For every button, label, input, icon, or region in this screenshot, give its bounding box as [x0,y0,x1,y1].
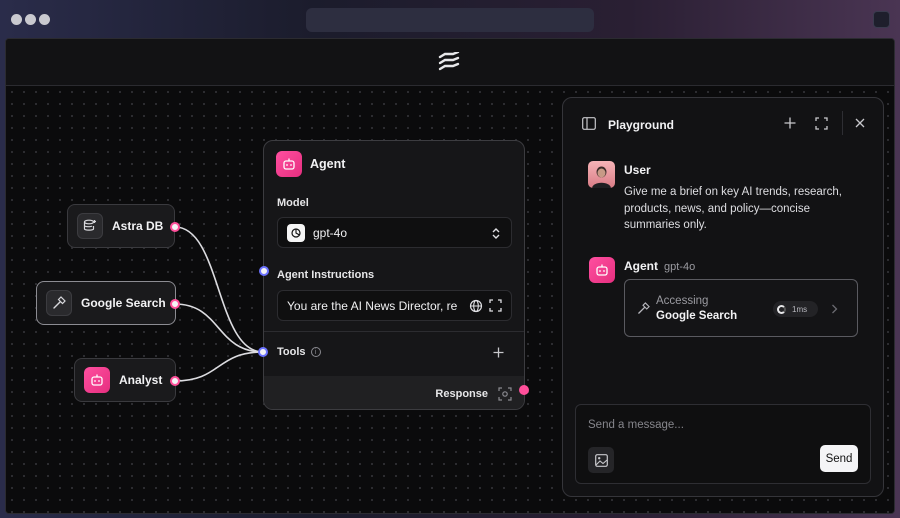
inspect-icon[interactable] [498,386,512,401]
chat-placeholder: Send a message... [588,419,684,431]
address-bar[interactable] [306,8,594,32]
sidebar-toggle-icon[interactable] [582,117,596,130]
playground-title: Playground [608,118,675,132]
window-dot[interactable] [39,14,50,25]
user-message: Give me a brief on key AI trends, resear… [624,186,842,231]
tool-label: Astra DB [112,219,164,233]
playground-panel: Playground User Give me a brief on key A… [562,97,884,497]
response-output-handle[interactable] [519,385,529,395]
app-window: Astra DB Google Search Analyst Agent Mod… [5,38,895,514]
instructions-value: You are the AI News Director, re [287,298,458,313]
chat-input[interactable]: Send a message... Send [575,404,871,484]
instructions-input[interactable]: You are the AI News Director, re [277,290,512,321]
timer-value: 1ms [792,304,808,314]
tool-call-name: Google Search [656,310,738,322]
separator [842,111,843,135]
image-icon [594,453,608,467]
chevron-updown-icon [492,228,500,239]
agent-node[interactable]: Agent Model gpt-4o Agent Instructions Yo… [263,140,525,410]
user-name: User [624,163,651,177]
tool-call-card[interactable]: Accessing Google Search 1ms [624,279,858,337]
model-select[interactable]: gpt-4o [277,217,512,248]
instructions-label: Agent Instructions [277,269,375,281]
user-avatar [588,161,615,188]
image-upload-button[interactable] [588,447,614,473]
agent-title: Agent [310,157,346,171]
tool-label: Google Search [81,296,166,310]
database-plus-icon [77,213,103,239]
agent-header: Agent [276,151,345,177]
edge-google-search [174,303,264,353]
tool-node-astra-db[interactable]: Astra DB [67,204,175,248]
output-handle[interactable] [170,222,180,232]
response-row: Response [264,376,524,409]
hammer-icon [638,302,650,314]
bot-icon [276,151,302,177]
divider [264,331,524,332]
spinner-icon [777,304,786,314]
agent-message-header: Agent gpt-4o [624,259,695,273]
fullscreen-icon[interactable] [815,117,828,130]
logo-icon [438,52,460,71]
output-handle[interactable] [170,376,180,386]
output-handle[interactable] [170,299,180,309]
tool-call-status: Accessing [656,295,709,307]
window-dot[interactable] [25,14,36,25]
tool-node-analyst[interactable]: Analyst [74,358,176,402]
new-chat-icon[interactable] [784,117,796,129]
model-value: gpt-4o [313,225,348,240]
browser-button[interactable] [873,11,890,28]
agent-name: Agent [624,259,658,273]
plus-icon[interactable] [493,347,504,358]
info-icon[interactable]: i [310,347,321,357]
agent-model: gpt-4o [664,261,696,273]
edge-analyst [174,351,264,382]
top-bar [6,39,894,86]
response-label: Response [435,387,488,400]
browser-chrome [0,0,900,40]
hammer-icon [46,290,72,316]
flow-canvas[interactable]: Astra DB Google Search Analyst Agent Mod… [6,86,894,513]
tool-label: Analyst [119,373,163,387]
model-label: Model [277,197,309,209]
bot-icon [589,257,615,283]
tool-node-google-search[interactable]: Google Search [36,281,176,325]
window-dot[interactable] [11,14,22,25]
input-handle[interactable] [259,266,269,276]
timer-badge: 1ms [773,301,818,317]
chevron-right-icon[interactable] [831,304,838,314]
tools-label: Tools [277,346,306,358]
tools-input-handle[interactable] [258,347,268,357]
expand-icon[interactable] [489,299,502,312]
openai-icon [287,223,305,242]
globe-icon[interactable] [469,299,483,313]
edge-astra-db [174,226,264,353]
bot-icon [84,367,110,393]
close-icon[interactable] [855,118,865,128]
tools-row: Tools i [277,346,321,358]
send-button[interactable]: Send [820,445,858,472]
